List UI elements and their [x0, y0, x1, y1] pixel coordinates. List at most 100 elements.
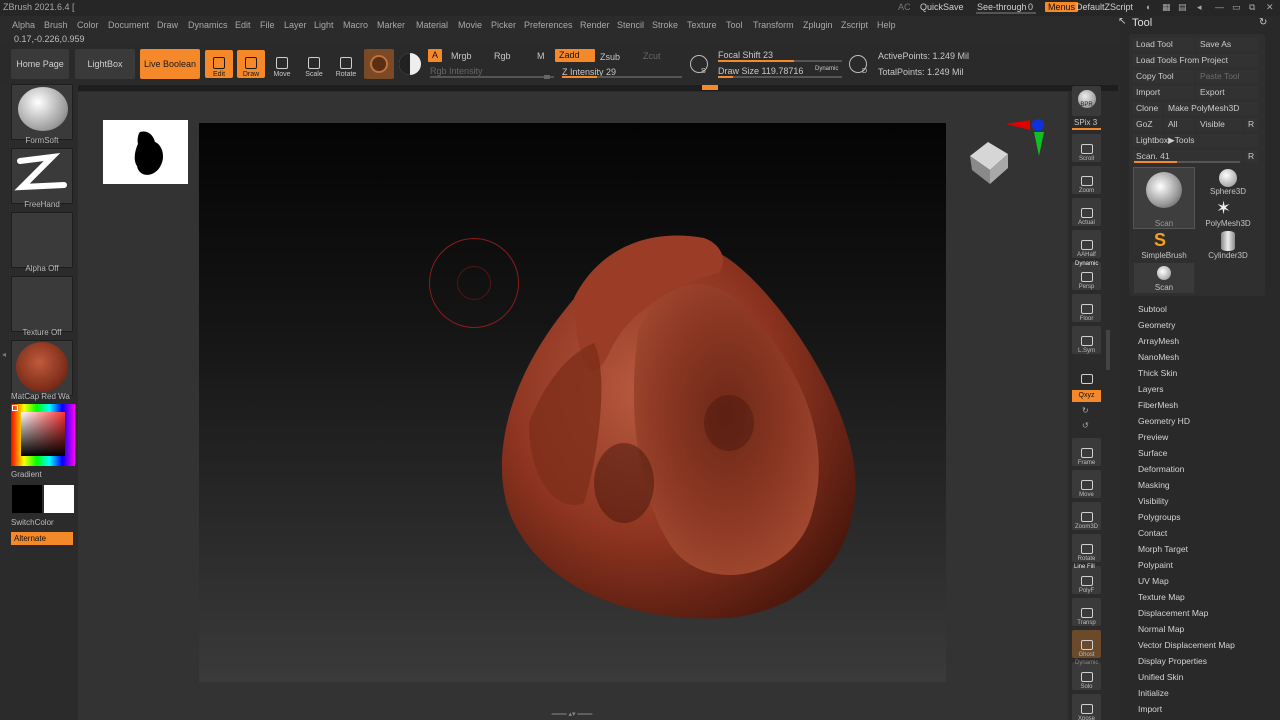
material-tile[interactable]: [11, 340, 73, 396]
menu-stroke[interactable]: Stroke: [652, 20, 678, 30]
subpalette-subtool[interactable]: Subtool: [1138, 304, 1167, 314]
shelf-rotate-button[interactable]: Rotate: [1072, 534, 1101, 562]
save-as-button[interactable]: Save As: [1196, 38, 1258, 51]
menu-texture[interactable]: Texture: [687, 20, 717, 30]
subpalette-display-properties[interactable]: Display Properties: [1138, 656, 1207, 666]
menu-macro[interactable]: Macro: [343, 20, 368, 30]
subpalette-geometry-hd[interactable]: Geometry HD: [1138, 416, 1190, 426]
restore-icon[interactable]: ⧉: [1249, 2, 1255, 13]
live-boolean-button[interactable]: Live Boolean: [140, 49, 200, 79]
shelf-polyf-button[interactable]: PolyF: [1072, 566, 1101, 594]
subpalette-initialize[interactable]: Initialize: [1138, 688, 1169, 698]
subpalette-polypaint[interactable]: Polypaint: [1138, 560, 1173, 570]
sphere3d-icon[interactable]: [1219, 169, 1237, 187]
axis-gizmo[interactable]: [1006, 116, 1046, 158]
subpalette-preview[interactable]: Preview: [1138, 432, 1168, 442]
shelf-floor-button[interactable]: Floor: [1072, 294, 1101, 322]
bpr-button[interactable]: BPR: [1072, 86, 1101, 116]
menu-edit[interactable]: Edit: [235, 20, 251, 30]
right-shelf-scrollbar[interactable]: [1106, 330, 1110, 370]
zscript-button[interactable]: DefaultZScript: [1076, 2, 1133, 12]
refresh-icon[interactable]: ↻: [1259, 17, 1267, 28]
bottom-tray-handle[interactable]: ═══ ▴▾ ═══: [530, 711, 614, 718]
local-rotate-icon-2[interactable]: ↺: [1082, 421, 1089, 430]
gradient-label[interactable]: Gradient: [11, 470, 73, 479]
shelf-scroll-button[interactable]: Scroll: [1072, 134, 1101, 162]
see-through-label[interactable]: See-through: [977, 2, 1027, 12]
maximize-icon[interactable]: ▭: [1232, 2, 1241, 13]
menu-preferences[interactable]: Preferences: [524, 20, 573, 30]
subpalette-displacement-map[interactable]: Displacement Map: [1138, 608, 1208, 618]
subpalette-visibility[interactable]: Visibility: [1138, 496, 1169, 506]
texture-tile[interactable]: [11, 276, 73, 332]
shelf-solo-button[interactable]: Solo: [1072, 662, 1101, 690]
color-square[interactable]: [21, 412, 65, 456]
alternate-button[interactable]: Alternate: [11, 532, 73, 545]
subpalette-nanomesh[interactable]: NanoMesh: [1138, 352, 1179, 362]
simplebrush-icon[interactable]: S: [1154, 231, 1166, 249]
menu-render[interactable]: Render: [580, 20, 610, 30]
zsub-button[interactable]: Zsub: [600, 52, 620, 62]
brush-tile[interactable]: [11, 84, 73, 140]
a-toggle[interactable]: A: [428, 49, 443, 62]
menu-zplugin[interactable]: Zplugin: [803, 20, 833, 30]
copy-tool-button[interactable]: Copy Tool: [1132, 70, 1194, 83]
edit-button[interactable]: Edit: [205, 50, 233, 78]
quicksave-button[interactable]: QuickSave: [920, 2, 964, 12]
shelf-ghost-button[interactable]: Ghost: [1072, 630, 1101, 658]
zadd-button[interactable]: Zadd: [555, 49, 595, 62]
shelf-lock-button[interactable]: [1072, 358, 1101, 386]
layout-icon[interactable]: ▦: [1162, 2, 1171, 13]
color-picker[interactable]: [11, 404, 75, 466]
menu-material[interactable]: Material: [416, 20, 448, 30]
see-through-slider[interactable]: [976, 12, 1036, 14]
shelf-aahalf-button[interactable]: AAHalf: [1072, 230, 1101, 258]
spix-control[interactable]: SPix 3: [1074, 118, 1097, 127]
paste-tool-button[interactable]: Paste Tool: [1196, 70, 1258, 83]
mrgb-button[interactable]: Mrgb: [451, 51, 472, 61]
subpalette-layers[interactable]: Layers: [1138, 384, 1164, 394]
load-tool-button[interactable]: Load Tool: [1132, 38, 1194, 51]
menu-brush[interactable]: Brush: [44, 20, 68, 30]
subpalette-import[interactable]: Import: [1138, 704, 1162, 714]
subpalette-polygroups[interactable]: Polygroups: [1138, 512, 1181, 522]
polymesh3d-icon[interactable]: ✶: [1216, 199, 1231, 217]
minimize-icon[interactable]: —: [1215, 2, 1224, 12]
home-page-button[interactable]: Home Page: [11, 49, 69, 79]
draw-button[interactable]: Draw: [237, 50, 265, 78]
subpalette-surface[interactable]: Surface: [1138, 448, 1167, 458]
shelf-frame-button[interactable]: Frame: [1072, 438, 1101, 466]
shelf-transp-button[interactable]: Transp: [1072, 598, 1101, 626]
layout-icon-2[interactable]: ▤: [1178, 2, 1187, 13]
subpalette-unified-skin[interactable]: Unified Skin: [1138, 672, 1183, 682]
shelf-l-sym-button[interactable]: L.Sym: [1072, 326, 1101, 354]
subpalette-contact[interactable]: Contact: [1138, 528, 1167, 538]
shelf-zoom3d-button[interactable]: Zoom3D: [1072, 502, 1101, 530]
tool-palette-title[interactable]: Tool: [1132, 17, 1152, 29]
subpalette-morph-target[interactable]: Morph Target: [1138, 544, 1188, 554]
menu-transform[interactable]: Transform: [753, 20, 794, 30]
rgb-button[interactable]: Rgb: [494, 51, 511, 61]
close-icon[interactable]: ✕: [1266, 2, 1274, 13]
yin-yang-icon[interactable]: [399, 53, 421, 75]
switch-color-button[interactable]: SwitchColor: [11, 518, 73, 527]
lightbox-tools-button[interactable]: Lightbox▶Tools: [1132, 134, 1258, 147]
shelf-actual-button[interactable]: Actual: [1072, 198, 1101, 226]
zcut-button[interactable]: Zcut: [643, 51, 661, 61]
menu-stencil[interactable]: Stencil: [617, 20, 644, 30]
rgb-intensity-slider[interactable]: [430, 75, 554, 79]
shelf-move-button[interactable]: Move: [1072, 470, 1101, 498]
subpalette-deformation[interactable]: Deformation: [1138, 464, 1184, 474]
navigation-thumbnail[interactable]: [103, 120, 188, 184]
menu-light[interactable]: Light: [314, 20, 334, 30]
menus-button[interactable]: Menus: [1045, 2, 1079, 12]
dynamic-toggle[interactable]: Dynamic: [815, 66, 838, 72]
subpalette-normal-map[interactable]: Normal Map: [1138, 624, 1184, 634]
z-intensity-slider[interactable]: [562, 76, 682, 78]
collapse-icon[interactable]: ◂: [1197, 2, 1202, 13]
shelf-zoom-button[interactable]: Zoom: [1072, 166, 1101, 194]
rotate-button[interactable]: Rotate: [332, 50, 360, 78]
tool-label-2[interactable]: PolyMesh3D: [1198, 219, 1258, 228]
subpalette-arraymesh[interactable]: ArrayMesh: [1138, 336, 1179, 346]
scan-slider-track[interactable]: [1134, 161, 1240, 163]
